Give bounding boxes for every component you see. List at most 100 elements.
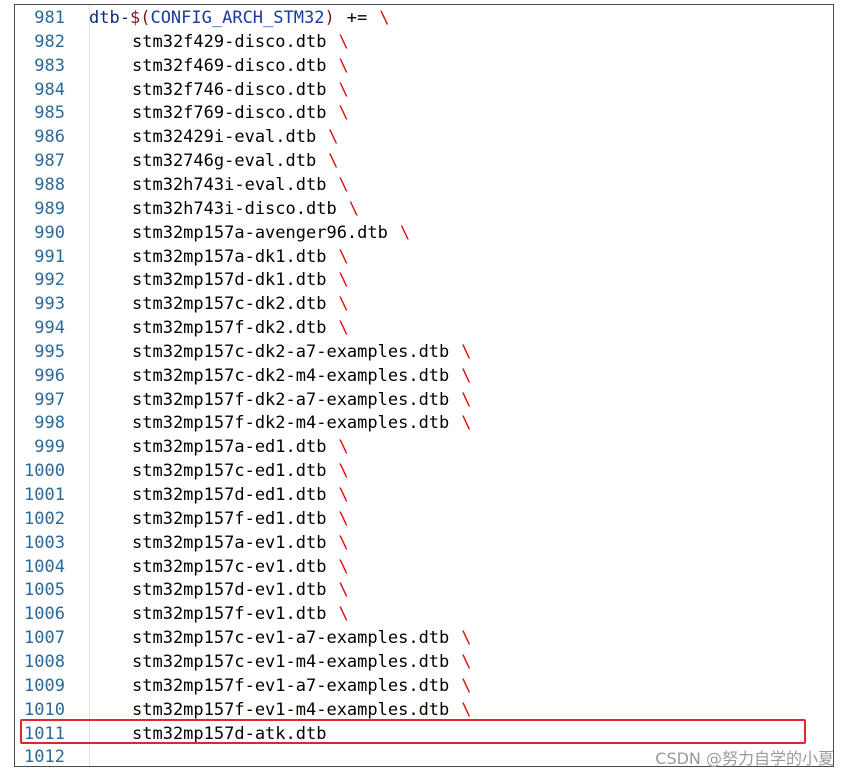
line-continuation: \ [338, 532, 349, 553]
code-line[interactable]: 1003 stm32mp157a-ev1.dtb \ [15, 531, 833, 555]
line-number: 998 [34, 413, 65, 434]
line-number: 985 [34, 103, 65, 124]
dtb-filename: stm32h743i-eval.dtb [132, 174, 327, 195]
dtb-filename: stm32f469-disco.dtb [132, 55, 327, 76]
code-editor[interactable]: 981 dtb- $(CONFIG_ARCH_STM32) += \ 982 stm32… [14, 4, 834, 767]
open-paren: ( [140, 8, 151, 28]
line-continuation: \ [338, 174, 349, 195]
dtb-filename: stm32mp157c-ed1.dtb [132, 461, 327, 482]
code-line[interactable]: 994 stm32mp157f-dk2.dtb \ [15, 316, 833, 340]
dtb-filename: stm32mp157f-dk2-a7-examples.dtb [132, 389, 450, 410]
line-number: 989 [34, 198, 65, 219]
code-line[interactable]: 1000 stm32mp157c-ed1.dtb \ [15, 459, 833, 483]
code-line[interactable]: 991 stm32mp157a-dk1.dtb \ [15, 245, 833, 269]
dtb-filename: stm32mp157c-ev1-m4-examples.dtb [132, 651, 450, 672]
dtb-filename: stm32mp157a-dk1.dtb [132, 246, 327, 267]
dtb-filename: stm32mp157c-dk2-m4-examples.dtb [132, 365, 450, 386]
line-continuation: \ [348, 198, 359, 219]
dtb-filename: stm32mp157d-ev1.dtb [132, 580, 327, 601]
code-line[interactable]: 1004 stm32mp157c-ev1.dtb \ [15, 555, 833, 579]
code-line[interactable]: 999 stm32mp157a-ed1.dtb \ [15, 435, 833, 459]
code-line[interactable]: 1008 stm32mp157c-ev1-m4-examples.dtb \ [15, 650, 833, 674]
code-line[interactable]: 1002 stm32mp157f-ed1.dtb \ [15, 507, 833, 531]
dtb-filename: stm32mp157f-ev1-m4-examples.dtb [132, 699, 450, 720]
config-macro: CONFIG_ARCH_STM32 [150, 8, 325, 28]
code-line[interactable]: 983 stm32f469-disco.dtb \ [15, 54, 833, 78]
code-line[interactable]: 1005 stm32mp157d-ev1.dtb \ [15, 578, 833, 602]
line-continuation: \ [461, 389, 472, 410]
line-continuation: \ [399, 222, 411, 243]
dtb-filename: stm32mp157f-ev1.dtb [132, 604, 327, 625]
code-line[interactable]: 998 stm32mp157f-dk2-m4-examples.dtb \ [15, 411, 833, 435]
code-line[interactable]: 988 stm32h743i-eval.dtb \ [15, 173, 833, 197]
line-continuation: \ [338, 461, 349, 482]
line-continuation: \ [338, 79, 349, 100]
line-continuation: \ [461, 413, 472, 434]
code-line[interactable]: 1001 stm32mp157d-ed1.dtb \ [15, 483, 833, 507]
line-continuation: \ [328, 151, 339, 172]
line-number: 992 [34, 270, 65, 291]
code-line[interactable]: 987 stm32746g-eval.dtb \ [15, 149, 833, 173]
dtb-filename: stm32mp157d-ed1.dtb [132, 485, 327, 505]
dtb-filename: stm32mp157a-ed1.dtb [132, 437, 327, 458]
dtb-filename: stm32mp157f-dk2-m4-examples.dtb [132, 413, 450, 434]
code-line[interactable]: 982 stm32f429-disco.dtb \ [15, 30, 833, 54]
line-number: 1002 [24, 508, 65, 529]
code-line[interactable]: 996 stm32mp157c-dk2-m4-examples.dtb \ [15, 364, 833, 388]
close-paren: ) [324, 8, 335, 28]
line-continuation: \ [461, 628, 472, 649]
code-line[interactable]: 986 stm32429i-eval.dtb \ [15, 125, 833, 149]
line-continuation: \ [328, 127, 339, 148]
line-continuation: \ [338, 485, 349, 505]
line-continuation: \ [338, 55, 349, 76]
code-line[interactable]: 992 stm32mp157d-dk1.dtb \ [15, 268, 833, 292]
dtb-filename: stm32f769-disco.dtb [132, 103, 327, 124]
watermark: CSDN @努力自学的小夏 [655, 749, 834, 768]
dtb-filename: stm32mp157c-dk2.dtb [132, 294, 327, 315]
line-continuation: \ [338, 103, 349, 124]
append-operator: += [346, 8, 368, 28]
code-line[interactable]: 993 stm32mp157c-dk2.dtb \ [15, 292, 833, 316]
line-number: 1010 [24, 699, 65, 720]
line-continuation: \ [338, 246, 349, 267]
line-number: 1004 [24, 556, 65, 577]
line-number: 1008 [24, 651, 65, 672]
line-continuation: \ [338, 556, 349, 577]
dtb-filename: stm32mp157c-ev1-a7-examples.dtb [132, 628, 450, 649]
code-line[interactable]: 997 stm32mp157f-dk2-a7-examples.dtb \ [15, 388, 833, 412]
line-continuation: \ [338, 318, 349, 339]
line-number: 1001 [24, 485, 65, 505]
line-continuation: \ [338, 604, 349, 625]
dtb-filename: stm32mp157f-dk2.dtb [132, 318, 327, 339]
line-number: 1012 [24, 747, 65, 767]
line-number: 996 [34, 365, 65, 386]
code-line[interactable]: 1009 stm32mp157f-ev1-a7-examples.dtb \ [15, 674, 833, 698]
code-line[interactable]: 1007 stm32mp157c-ev1-a7-examples.dtb \ [15, 626, 833, 650]
dtb-filename: stm32f746-disco.dtb [132, 79, 327, 100]
line-number: 986 [34, 127, 65, 148]
line-number: 994 [34, 318, 65, 339]
line-continuation: \ [461, 651, 472, 672]
code-line-first[interactable]: 981 dtb- $(CONFIG_ARCH_STM32) += \ [15, 6, 833, 30]
code-line[interactable]: 985 stm32f769-disco.dtb \ [15, 101, 833, 125]
code-line[interactable]: 989 stm32h743i-disco.dtb \ [15, 197, 833, 221]
line-number: 990 [34, 222, 65, 243]
dtb-filename: stm32746g-eval.dtb [132, 151, 317, 172]
line-continuation: \ [379, 8, 390, 28]
code-line[interactable]: 995 stm32mp157c-dk2-a7-examples.dtb \ [15, 340, 833, 364]
dtb-filename: stm32mp157f-ev1-a7-examples.dtb [132, 675, 450, 696]
line-number: 988 [34, 174, 65, 195]
line-number: 1009 [24, 675, 65, 696]
dtb-filename: stm32mp157c-ev1.dtb [132, 556, 327, 577]
code-line[interactable]: 990 stm32mp157a-avenger96.dtb \ [15, 221, 833, 245]
dtb-filename: stm32h743i-disco.dtb [132, 198, 337, 219]
variable-prefix: dtb- [89, 8, 130, 28]
line-number: 982 [34, 31, 65, 52]
line-continuation: \ [461, 365, 472, 386]
code-line[interactable]: 1006 stm32mp157f-ev1.dtb \ [15, 602, 833, 626]
line-number: 995 [34, 341, 65, 362]
dtb-filename: stm32f429-disco.dtb [132, 31, 327, 52]
code-line[interactable]: 984 stm32f746-disco.dtb \ [15, 78, 833, 102]
dtb-filename: stm32mp157f-ed1.dtb [132, 508, 327, 529]
line-continuation: \ [461, 675, 472, 696]
